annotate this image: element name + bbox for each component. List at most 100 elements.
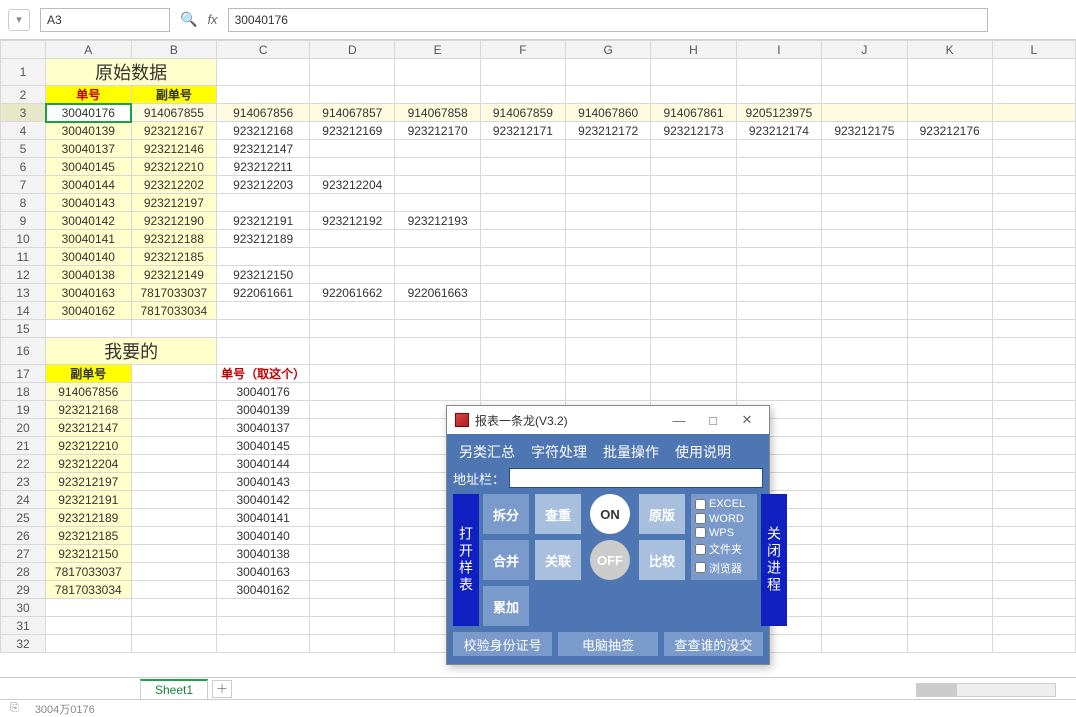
cell[interactable] [566, 230, 651, 248]
cell[interactable]: 30040140 [46, 248, 132, 266]
cell[interactable]: 914067860 [566, 104, 651, 122]
cell[interactable]: 7817033034 [131, 302, 217, 320]
cell[interactable] [651, 140, 736, 158]
cell[interactable]: 30040142 [46, 212, 132, 230]
cell[interactable] [822, 509, 907, 527]
cell[interactable] [310, 383, 395, 401]
row-header-4[interactable]: 4 [1, 122, 46, 140]
cell[interactable] [310, 455, 395, 473]
col-header-K[interactable]: K [907, 41, 992, 59]
cell[interactable] [651, 176, 736, 194]
row-header-11[interactable]: 11 [1, 248, 46, 266]
cell[interactable] [736, 194, 822, 212]
cell[interactable] [992, 437, 1075, 455]
cell[interactable] [217, 338, 310, 365]
cell[interactable]: 30040143 [46, 194, 132, 212]
cell[interactable] [46, 617, 132, 635]
cell[interactable]: 914067855 [131, 104, 217, 122]
cell[interactable] [395, 176, 480, 194]
cell[interactable] [992, 59, 1075, 86]
cell[interactable] [736, 176, 822, 194]
cell[interactable] [310, 401, 395, 419]
cell[interactable] [822, 302, 907, 320]
cell[interactable] [651, 59, 736, 86]
cell[interactable] [992, 320, 1075, 338]
cell[interactable] [907, 86, 992, 104]
cell[interactable] [822, 320, 907, 338]
cell[interactable] [992, 617, 1075, 635]
cell[interactable]: 923212174 [736, 122, 822, 140]
cell[interactable]: 923212210 [131, 158, 217, 176]
cell[interactable] [395, 338, 480, 365]
cell[interactable] [907, 419, 992, 437]
cell[interactable] [907, 383, 992, 401]
cell[interactable]: 923212204 [46, 455, 132, 473]
cell[interactable] [310, 419, 395, 437]
cell[interactable] [992, 635, 1075, 653]
cell[interactable] [822, 455, 907, 473]
cell[interactable] [566, 365, 651, 383]
kill-process-button[interactable]: 关闭进程 [761, 494, 787, 626]
cell[interactable] [566, 284, 651, 302]
cell[interactable]: 9205123975 [736, 104, 822, 122]
name-box[interactable]: A3 [40, 8, 170, 32]
cell[interactable] [907, 230, 992, 248]
cell[interactable] [310, 266, 395, 284]
cell[interactable] [310, 635, 395, 653]
split-button[interactable]: 拆分 [483, 494, 529, 534]
cell[interactable] [395, 248, 480, 266]
cell[interactable] [822, 158, 907, 176]
cell[interactable] [907, 527, 992, 545]
cell[interactable]: 923212197 [46, 473, 132, 491]
dialog-titlebar[interactable]: 报表一条龙(V3.2) — □ ✕ [447, 406, 769, 434]
cell[interactable] [822, 194, 907, 212]
cell[interactable] [131, 473, 217, 491]
cell[interactable] [651, 365, 736, 383]
cell[interactable] [822, 599, 907, 617]
cell[interactable] [395, 194, 480, 212]
row-header-29[interactable]: 29 [1, 581, 46, 599]
cell[interactable]: 923212150 [217, 266, 310, 284]
menu-batch[interactable]: 批量操作 [603, 442, 659, 462]
cell[interactable] [480, 176, 565, 194]
check-folder[interactable]: 文件夹 [695, 541, 753, 557]
cell[interactable]: 923212147 [217, 140, 310, 158]
row-header-7[interactable]: 7 [1, 176, 46, 194]
header-fudanhao[interactable]: 副单号 [131, 86, 217, 104]
cell[interactable]: 923212191 [217, 212, 310, 230]
cell[interactable]: 30040137 [217, 419, 310, 437]
cell[interactable] [736, 266, 822, 284]
cell[interactable] [566, 158, 651, 176]
cell[interactable] [822, 527, 907, 545]
cell[interactable]: 923212189 [46, 509, 132, 527]
cell[interactable] [131, 599, 217, 617]
cell[interactable] [907, 194, 992, 212]
cell[interactable]: 914067859 [480, 104, 565, 122]
cell[interactable]: 30040138 [217, 545, 310, 563]
cell[interactable] [217, 320, 310, 338]
row-header-19[interactable]: 19 [1, 401, 46, 419]
cell[interactable] [822, 545, 907, 563]
cell[interactable]: 30040145 [217, 437, 310, 455]
cell[interactable] [131, 491, 217, 509]
cell[interactable] [736, 230, 822, 248]
cell[interactable] [736, 158, 822, 176]
cell[interactable] [907, 437, 992, 455]
cell[interactable] [395, 383, 480, 401]
cell[interactable] [566, 86, 651, 104]
cell[interactable] [822, 365, 907, 383]
cell[interactable] [907, 491, 992, 509]
cell[interactable] [310, 140, 395, 158]
cell[interactable]: 7817033037 [131, 284, 217, 302]
cell[interactable] [310, 302, 395, 320]
cell[interactable]: 923212188 [131, 230, 217, 248]
cell[interactable] [395, 230, 480, 248]
cell[interactable] [480, 86, 565, 104]
cell[interactable] [131, 581, 217, 599]
cell[interactable] [992, 122, 1075, 140]
col-header-B[interactable]: B [131, 41, 217, 59]
verify-id-button[interactable]: 校验身份证号 [453, 632, 552, 656]
cell[interactable] [566, 59, 651, 86]
row-header-31[interactable]: 31 [1, 617, 46, 635]
cell[interactable] [822, 338, 907, 365]
